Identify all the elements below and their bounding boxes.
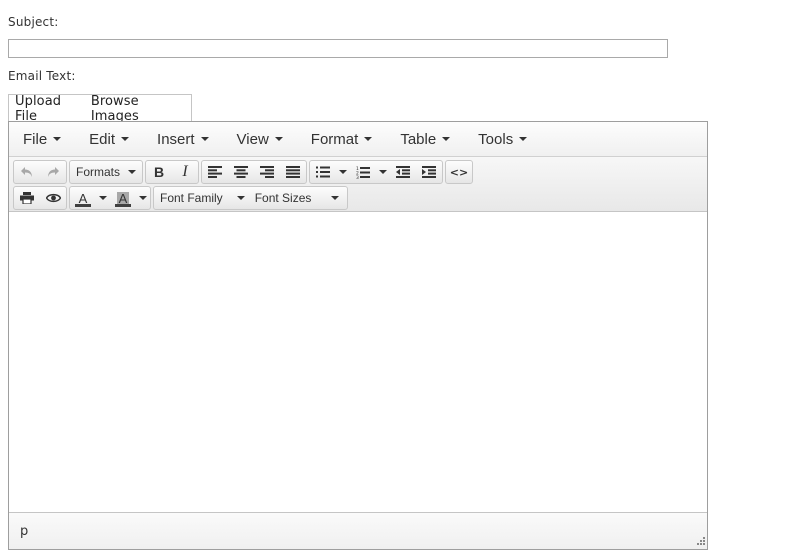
preview-button[interactable] [40, 187, 66, 209]
list-group: 123 [309, 160, 444, 184]
align-left-button[interactable] [202, 161, 228, 183]
align-justify-button[interactable] [280, 161, 306, 183]
outdent-icon [396, 166, 411, 178]
italic-icon: I [182, 163, 188, 180]
eye-icon [45, 193, 61, 203]
font-family-dropdown[interactable]: Font Family [154, 187, 251, 209]
redo-icon [48, 167, 59, 177]
numbered-list-icon: 123 [356, 166, 371, 179]
bold-icon: B [153, 164, 165, 180]
font-family-label: Font Family [160, 191, 223, 205]
bullet-list-icon [316, 166, 331, 178]
background-color-dropdown[interactable] [136, 187, 150, 209]
code-group: <> [445, 160, 474, 184]
align-right-icon [260, 166, 275, 178]
text-color-icon: A [78, 190, 88, 206]
editor-toolbar: Formats B I 1 2 3 <> A A Font Family Fon… [9, 157, 707, 212]
chevron-down-icon [200, 137, 209, 141]
svg-text:3: 3 [356, 175, 359, 179]
redo-button[interactable] [40, 161, 66, 183]
undo-icon [21, 167, 32, 177]
chevron-down-icon [128, 170, 137, 174]
rich-text-editor: File Edit Insert View Format Table Tools… [8, 121, 708, 550]
menu-format[interactable]: Format [302, 131, 382, 148]
bold-button[interactable]: B [146, 161, 172, 183]
align-right-button[interactable] [254, 161, 280, 183]
chevron-down-icon [339, 170, 348, 174]
chevron-down-icon [53, 137, 62, 141]
chevron-down-icon [442, 137, 451, 141]
formats-label: Formats [76, 165, 121, 179]
chevron-down-icon [99, 196, 107, 200]
formats-group: Formats [69, 160, 144, 184]
background-color-button[interactable]: A [110, 187, 136, 209]
undo-button[interactable] [14, 161, 40, 183]
menu-view[interactable]: View [228, 131, 292, 148]
toolbar-row-2: A A Font Family Font Sizes [11, 185, 707, 211]
chevron-down-icon [364, 137, 373, 141]
background-color-swatch [115, 204, 131, 207]
text-color-dropdown[interactable] [96, 187, 110, 209]
color-group: A A [69, 186, 151, 210]
editor-statusbar: p [9, 512, 707, 549]
subject-input[interactable] [8, 39, 668, 58]
chevron-down-icon [379, 170, 388, 174]
chevron-down-icon [331, 196, 340, 200]
upload-file-link[interactable]: Upload File [15, 94, 79, 124]
alignment-group [201, 160, 308, 184]
menu-view-label: View [236, 130, 269, 148]
resize-handle-icon[interactable] [695, 537, 705, 547]
align-left-icon [208, 166, 223, 178]
print-preview-group [13, 186, 67, 210]
chevron-down-icon [139, 196, 147, 200]
numbered-list-dropdown[interactable] [376, 161, 390, 183]
font-sizes-label: Font Sizes [254, 191, 312, 205]
menu-format-label: Format [310, 130, 359, 148]
print-button[interactable] [14, 187, 40, 209]
align-center-icon [234, 166, 249, 178]
font-group: Font Family Font Sizes [153, 186, 349, 210]
bullet-list-button[interactable] [310, 161, 336, 183]
print-icon [20, 192, 34, 204]
menu-table-label: Table [400, 130, 437, 148]
menu-edit-label: Edit [89, 130, 116, 148]
align-center-button[interactable] [228, 161, 254, 183]
code-icon: <> [449, 165, 469, 179]
menu-tools[interactable]: Tools [469, 131, 536, 148]
menu-insert[interactable]: Insert [148, 131, 218, 148]
menu-table[interactable]: Table [391, 131, 459, 148]
text-color-swatch [75, 204, 91, 207]
align-justify-icon [286, 166, 301, 178]
chevron-down-icon [236, 196, 245, 200]
element-path[interactable]: p [20, 524, 28, 539]
menu-tools-label: Tools [478, 130, 514, 148]
formats-dropdown[interactable]: Formats [70, 161, 142, 183]
numbered-list-button[interactable]: 123 [350, 161, 376, 183]
menu-edit[interactable]: Edit [80, 131, 138, 148]
email-text-label: Email Text: [8, 69, 76, 83]
menu-file[interactable]: File [14, 131, 70, 148]
toolbar-row-1: Formats B I 1 2 3 <> [11, 159, 707, 185]
background-color-icon: A [116, 190, 130, 206]
chevron-down-icon [274, 137, 283, 141]
indent-button[interactable] [416, 161, 442, 183]
outdent-button[interactable] [390, 161, 416, 183]
source-code-button[interactable]: <> [446, 161, 472, 183]
text-style-group: B I [145, 160, 200, 184]
chevron-down-icon [121, 137, 130, 141]
upload-bar: Upload File Browse Images [8, 94, 192, 124]
editor-menubar: File Edit Insert View Format Table Tools [9, 122, 707, 157]
history-group [13, 160, 67, 184]
text-color-button[interactable]: A [70, 187, 96, 209]
menu-insert-label: Insert [157, 130, 195, 148]
indent-icon [422, 166, 437, 178]
italic-button[interactable]: I [172, 161, 198, 183]
subject-label: Subject: [8, 15, 59, 29]
bullet-list-dropdown[interactable] [336, 161, 350, 183]
chevron-down-icon [519, 137, 528, 141]
browse-images-link[interactable]: Browse Images [91, 94, 179, 124]
font-sizes-dropdown[interactable]: Font Sizes [251, 187, 348, 209]
menu-file-label: File [23, 130, 48, 148]
editor-content-area[interactable] [9, 212, 707, 512]
